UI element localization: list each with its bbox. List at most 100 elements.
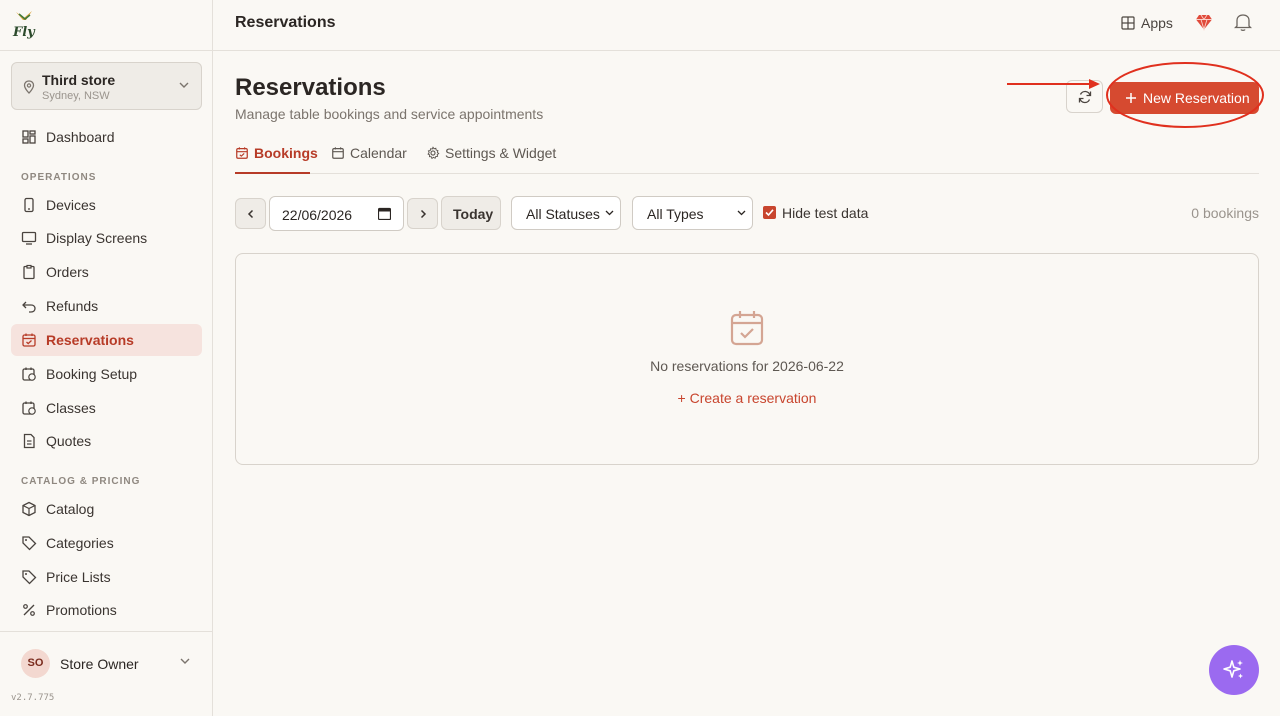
sidebar-item-catalog[interactable]: Catalog bbox=[11, 493, 202, 525]
refresh-icon bbox=[1078, 90, 1092, 104]
tab-label: Bookings bbox=[254, 145, 318, 161]
map-pin-icon bbox=[23, 80, 35, 94]
sidebar-item-label: Quotes bbox=[46, 433, 92, 449]
undo-icon bbox=[22, 301, 36, 313]
divider bbox=[0, 50, 213, 51]
date-input[interactable]: 22/06/2026 bbox=[269, 196, 404, 231]
sidebar-item-classes[interactable]: Classes bbox=[11, 392, 202, 424]
sparkles-icon bbox=[1223, 660, 1243, 679]
tab-bookings[interactable]: Bookings bbox=[235, 144, 318, 174]
sidebar-item-label: Orders bbox=[46, 264, 89, 280]
checkmark-icon bbox=[765, 209, 774, 217]
sidebar-item-price-lists[interactable]: Price Lists bbox=[11, 561, 202, 593]
sidebar-item-devices[interactable]: Devices bbox=[11, 189, 202, 221]
tab-label: Settings & Widget bbox=[445, 145, 557, 161]
sidebar-item-label: Classes bbox=[46, 400, 96, 416]
chevron-down-icon bbox=[180, 658, 190, 664]
store-location: Sydney, NSW bbox=[42, 90, 110, 102]
chevron-down-icon bbox=[179, 82, 189, 88]
calendar-check-icon bbox=[730, 311, 764, 346]
chevron-right-icon bbox=[420, 209, 427, 219]
user-menu[interactable]: SO Store Owner bbox=[11, 645, 202, 681]
empty-message: No reservations for 2026-06-22 bbox=[650, 358, 844, 374]
calendar-clock-icon bbox=[22, 401, 36, 415]
gem-icon[interactable] bbox=[1195, 13, 1213, 31]
annotation-arrow bbox=[1007, 79, 1100, 89]
sidebar-item-display-screens[interactable]: Display Screens bbox=[11, 222, 202, 254]
today-button[interactable]: Today bbox=[441, 196, 501, 230]
next-date-button[interactable] bbox=[407, 198, 438, 229]
date-value: 22/06/2026 bbox=[282, 207, 353, 223]
calendar-check-icon bbox=[236, 147, 248, 159]
calendar-clock-icon bbox=[22, 367, 36, 381]
sidebar-item-categories[interactable]: Categories bbox=[11, 527, 202, 559]
sidebar-item-reservations[interactable]: Reservations bbox=[11, 324, 202, 356]
bell-icon[interactable] bbox=[1234, 12, 1252, 32]
prev-date-button[interactable] bbox=[235, 198, 266, 229]
divider bbox=[0, 631, 213, 632]
sidebar-item-dashboard[interactable]: Dashboard bbox=[11, 121, 202, 153]
page-title: Reservations bbox=[235, 74, 386, 101]
chevron-left-icon bbox=[247, 209, 254, 219]
create-reservation-link[interactable]: + Create a reservation bbox=[236, 390, 1258, 406]
file-text-icon bbox=[23, 433, 35, 449]
type-select-value: All Types bbox=[647, 206, 704, 222]
device-icon bbox=[24, 197, 34, 213]
sidebar-item-label: Price Lists bbox=[46, 569, 111, 585]
topbar-title: Reservations bbox=[235, 14, 336, 31]
calendar-icon bbox=[332, 147, 344, 159]
percent-icon bbox=[23, 604, 35, 616]
sidebar-item-label: Devices bbox=[46, 197, 96, 213]
sidebar-item-label: Dashboard bbox=[46, 129, 115, 145]
section-title-catalog: CATALOG & PRICING bbox=[21, 476, 141, 487]
clipboard-icon bbox=[23, 264, 35, 280]
fly-logo[interactable]: Fly bbox=[12, 8, 38, 40]
user-name: Store Owner bbox=[60, 656, 139, 672]
top-bar: Reservations Apps bbox=[213, 0, 1280, 51]
sidebar-item-label: Display Screens bbox=[46, 230, 148, 246]
sidebar-item-refunds[interactable]: Refunds bbox=[11, 290, 202, 322]
version-label: v2.7.775 bbox=[11, 693, 55, 703]
empty-state-panel: No reservations for 2026-06-22 + Create … bbox=[235, 253, 1259, 465]
tab-settings-widget[interactable]: Settings & Widget bbox=[426, 144, 556, 174]
sidebar-item-label: Refunds bbox=[46, 298, 99, 314]
calendar-icon[interactable] bbox=[378, 207, 391, 220]
type-select[interactable]: All Types bbox=[632, 196, 753, 230]
apps-label: Apps bbox=[1141, 15, 1173, 31]
chevron-down-icon bbox=[605, 210, 614, 216]
store-name: Third store bbox=[42, 72, 116, 88]
sidebar-item-orders[interactable]: Orders bbox=[11, 256, 202, 288]
tab-calendar[interactable]: Calendar bbox=[331, 144, 411, 174]
store-selector[interactable]: Third store Sydney, NSW bbox=[11, 62, 202, 110]
tab-bar: Bookings Calendar Settings & Widget bbox=[235, 144, 1259, 174]
status-select[interactable]: All Statuses bbox=[511, 196, 621, 230]
tab-label: Calendar bbox=[350, 145, 407, 161]
sidebar-item-label: Catalog bbox=[46, 501, 95, 517]
hide-test-data-label[interactable]: Hide test data bbox=[782, 205, 868, 221]
filter-bar: 22/06/2026 Today All Statuses All Types … bbox=[235, 196, 1259, 231]
grid-icon bbox=[1121, 16, 1135, 30]
tag-icon bbox=[22, 570, 37, 585]
section-title-operations: OPERATIONS bbox=[21, 172, 97, 183]
apps-button[interactable]: Apps bbox=[1121, 12, 1173, 34]
hide-test-data-checkbox[interactable] bbox=[763, 206, 776, 219]
logo-text: Fly bbox=[12, 25, 36, 40]
status-select-value: All Statuses bbox=[526, 206, 600, 222]
sidebar-item-quotes[interactable]: Quotes bbox=[11, 425, 202, 457]
page-subtitle: Manage table bookings and service appoin… bbox=[235, 106, 544, 122]
ai-assistant-button[interactable] bbox=[1209, 645, 1259, 695]
tag-icon bbox=[22, 536, 37, 551]
today-label: Today bbox=[453, 206, 494, 222]
sidebar-item-promotions[interactable]: Promotions bbox=[11, 594, 202, 626]
dashboard-icon bbox=[22, 130, 36, 144]
sidebar-item-label: Booking Setup bbox=[46, 366, 138, 382]
sidebar: Fly Third store Sydney, NSW Dashboard OP… bbox=[0, 0, 213, 716]
chevron-down-icon bbox=[737, 210, 746, 216]
sidebar-item-booking-setup[interactable]: Booking Setup bbox=[11, 358, 202, 390]
annotation-ellipse bbox=[1106, 62, 1264, 128]
monitor-icon bbox=[21, 231, 37, 245]
sidebar-item-label: Categories bbox=[46, 535, 114, 551]
bookings-count: 0 bookings bbox=[1191, 205, 1259, 221]
calendar-check-icon bbox=[22, 333, 36, 347]
sidebar-item-label: Reservations bbox=[46, 332, 134, 348]
